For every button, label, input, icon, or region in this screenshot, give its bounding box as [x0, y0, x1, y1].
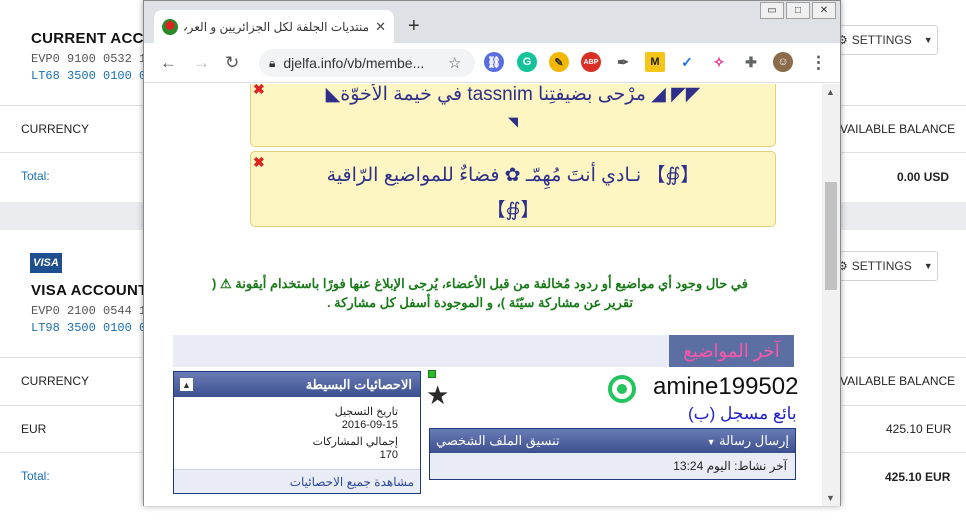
- profile-avatar[interactable]: ☺: [773, 52, 793, 72]
- close-icon[interactable]: ✖: [253, 84, 265, 98]
- maximize-button[interactable]: □: [786, 2, 810, 19]
- balance-header: VAILABLE BALANCE: [840, 122, 956, 136]
- star-icon[interactable]: ☆: [448, 54, 461, 72]
- close-icon[interactable]: ✕: [375, 19, 386, 35]
- total-value: 0.00 USD: [897, 170, 950, 184]
- club-notice: ✖ 【∯】 نـادي أنتَ مُهِمّـ ✿ فضاءٌ للمواضي…: [250, 151, 776, 227]
- lock-icon: 🔒︎: [269, 55, 276, 70]
- adblock-icon[interactable]: ABP: [581, 52, 601, 72]
- warning-line: تقرير عن مشاركة سيّئة )، و الموجودة أسفل…: [326, 295, 634, 310]
- notice-line[interactable]: 【∯】 نـادي أنتَ مُهِمّـ ✿ فضاءٌ للمواضيع …: [251, 160, 775, 187]
- view-all-stats-link[interactable]: مشاهدة جميع الاحصائيات: [174, 469, 420, 493]
- puzzle-icon[interactable]: ✚: [741, 52, 761, 72]
- reload-icon[interactable]: ↻: [225, 53, 239, 73]
- reg-value: 2016-09-15: [341, 419, 398, 431]
- check-icon[interactable]: ✓: [677, 52, 697, 72]
- total-value: 425.10 EUR: [885, 470, 951, 484]
- chevron-down-icon: ▼: [923, 261, 933, 271]
- chevron-down-icon: ▼: [706, 437, 716, 447]
- posts-label: إجمالي المشاركات: [312, 436, 398, 448]
- currency-header: CURRENCY: [21, 374, 90, 388]
- posts-value: 170: [379, 449, 398, 461]
- welcome-notice: ✖ ◤◤ ◢ مرْحى بضيفتِنا tassnim في خيمة ال…: [250, 84, 776, 147]
- grammarly-icon[interactable]: G: [517, 52, 537, 72]
- total-label: Total:: [21, 469, 50, 483]
- online-indicator-icon: [608, 375, 636, 403]
- tab-title: منتديات الجلفة لكل الجزائريين و العرب - …: [184, 19, 370, 34]
- collapse-icon[interactable]: ▲: [180, 378, 193, 391]
- username: amine199502: [653, 373, 799, 400]
- account-iban[interactable]: LT68 3500 0100 05: [31, 69, 153, 83]
- stats-title: الاحصائيات البسيطة: [305, 376, 412, 392]
- report-warning: في حال وجود أي مواضيع أو ردود مُخالفة من…: [174, 274, 786, 312]
- back-icon[interactable]: ←: [160, 53, 177, 73]
- stats-header: الاحصائيات البسيطة ▲: [174, 372, 420, 397]
- link-icon[interactable]: ⛓: [484, 52, 504, 72]
- online-status-icon: [428, 370, 436, 378]
- balance-header: VAILABLE BALANCE: [840, 374, 956, 388]
- scroll-down-icon[interactable]: ▼: [826, 493, 835, 503]
- title-bar: منتديات الجلفة لكل الجزائريين و العرب - …: [144, 1, 840, 43]
- m-icon[interactable]: M: [645, 52, 665, 72]
- notice-line: ◥: [508, 114, 518, 129]
- warning-line: في حال وجود أي مواضيع أو ردود مُخالفة من…: [212, 276, 748, 291]
- notice-line: ◤◤ ◢ مرْحى بضيفتِنا tassnim في خيمة الأخ…: [325, 84, 701, 105]
- rank-star-icon: ★: [426, 380, 450, 410]
- address-bar[interactable]: 🔒︎ djelfa.info/vb/membe...: [259, 49, 475, 77]
- latest-topics-tab[interactable]: آخر المواضيع: [669, 335, 794, 367]
- row-currency: EUR: [21, 422, 47, 436]
- account-title: VISA ACCOUNT: [31, 282, 148, 299]
- send-message-button[interactable]: إرسال رسالة ▼: [707, 433, 789, 449]
- close-icon[interactable]: ✖: [253, 154, 265, 171]
- row-balance: 425.10 EUR: [886, 422, 952, 436]
- forward-icon[interactable]: →: [193, 53, 210, 73]
- reg-label: تاريخ التسجيل: [334, 406, 398, 418]
- account-number: EVP0 2100 0544 19: [31, 304, 154, 318]
- account-number: EVP0 9100 0532 16: [31, 52, 154, 66]
- browser-window: منتديات الجلفة لكل الجزائريين و العرب - …: [143, 0, 841, 506]
- browser-tab[interactable]: منتديات الجلفة لكل الجزائريين و العرب - …: [154, 10, 394, 43]
- minimize-button[interactable]: ▭: [760, 2, 784, 19]
- notice-line: 【∯】: [486, 200, 540, 221]
- close-button[interactable]: ✕: [812, 2, 836, 19]
- stats-box: الاحصائيات البسيطة ▲ تاريخ التسجيل 2016-…: [173, 371, 421, 494]
- account-title: CURRENT ACCO: [31, 30, 156, 47]
- pen-icon[interactable]: ✒: [613, 52, 633, 72]
- page-content: ✖ ◤◤ ◢ مرْحى بضيفتِنا tassnim في خيمة ال…: [144, 84, 822, 506]
- browser-toolbar: ← → ↻ 🔒︎ djelfa.info/vb/membe... ☆ ⛓ G ✎…: [144, 43, 840, 83]
- vertical-scrollbar[interactable]: ▲ ▼: [822, 84, 840, 506]
- scroll-up-icon[interactable]: ▲: [826, 87, 835, 97]
- profile-box: إرسال رسالة ▼ تنسيق الملف الشخصي آخر نشا…: [429, 428, 796, 480]
- last-activity: آخر نشاط: اليوم 13:24: [430, 453, 795, 479]
- scroll-thumb[interactable]: [825, 182, 837, 290]
- profile-format-link[interactable]: تنسيق الملف الشخصي: [436, 433, 560, 449]
- user-title: بائع مسجل (ب): [688, 404, 797, 423]
- menu-icon[interactable]: ⋮: [810, 53, 827, 73]
- total-label: Total:: [21, 169, 50, 183]
- bookmark-icon[interactable]: ✧: [709, 52, 729, 72]
- new-tab-button[interactable]: +: [408, 15, 420, 38]
- highlighter-icon[interactable]: ✎: [549, 52, 569, 72]
- account-iban[interactable]: LT98 3500 0100 05: [31, 321, 153, 335]
- url-text: djelfa.info/vb/membe...: [283, 55, 425, 71]
- settings-label: SETTINGS: [851, 259, 912, 273]
- currency-header: CURRENCY: [21, 122, 90, 136]
- settings-label: SETTINGS: [851, 33, 912, 47]
- settings-button[interactable]: ⚙ SETTINGS ▼: [828, 25, 938, 55]
- favicon-icon: [162, 18, 178, 35]
- chevron-down-icon: ▼: [923, 35, 933, 45]
- settings-button[interactable]: ⚙ SETTINGS ▼: [828, 251, 938, 281]
- visa-logo: VISA: [30, 253, 62, 273]
